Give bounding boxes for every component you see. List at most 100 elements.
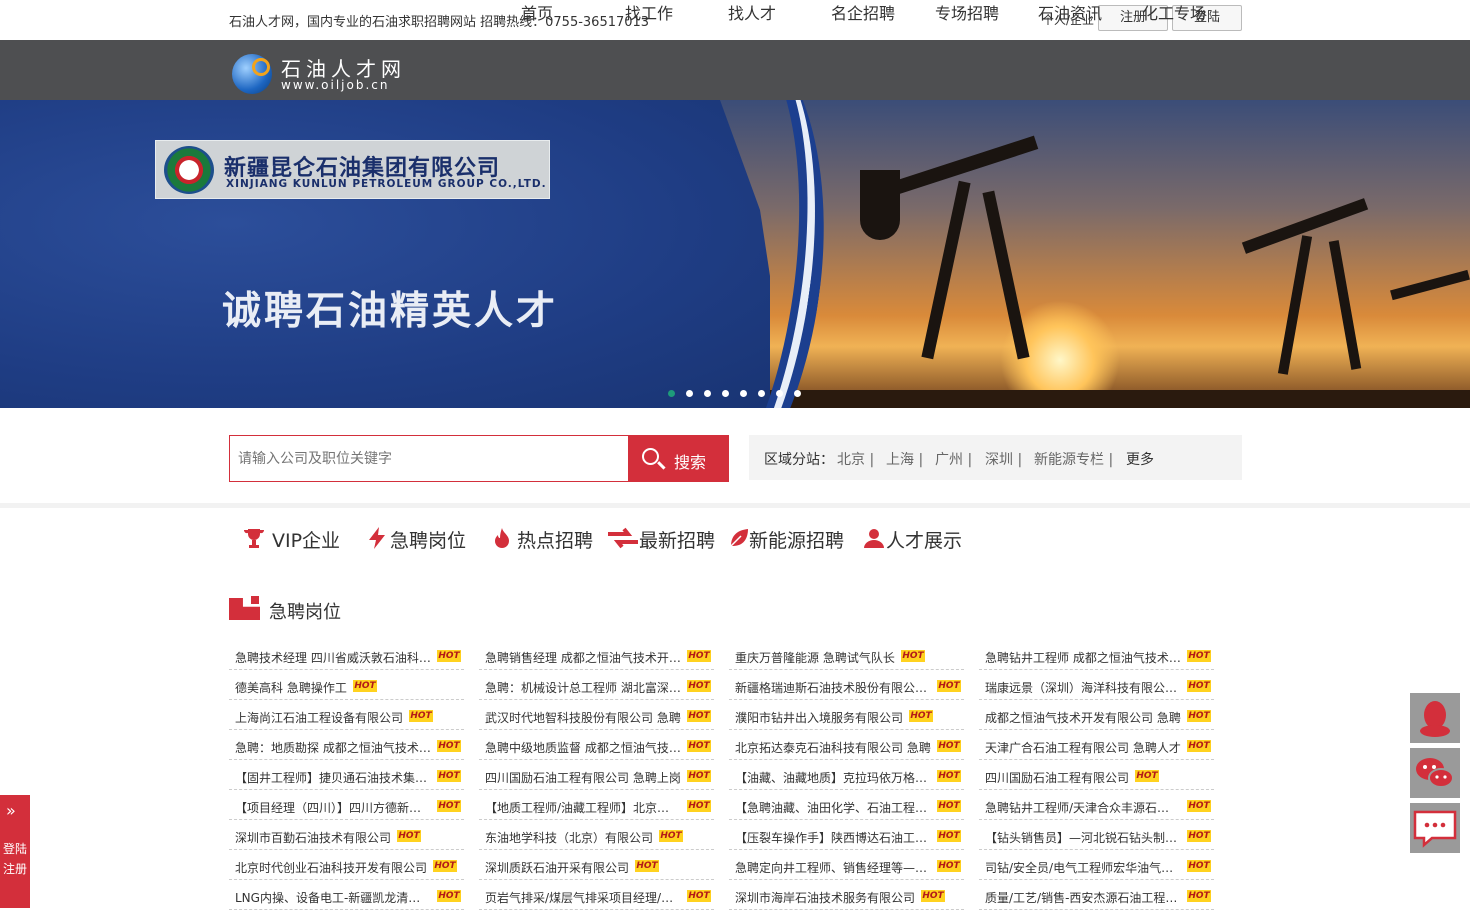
region-link-guangzhou[interactable]: 广州 | — [935, 449, 972, 469]
region-link-beijing[interactable]: 北京 | — [837, 449, 874, 469]
search-button[interactable]: 搜索 — [629, 435, 729, 482]
job-title-link[interactable]: 【油藏、油藏地质】克拉玛依万格迪能源 — [735, 769, 931, 786]
job-list-item[interactable]: 瑞康远景（深圳）海洋科技有限公司急聘 HOT — [979, 670, 1214, 700]
region-link-shenzhen[interactable]: 深圳 | — [985, 449, 1022, 469]
job-title-link[interactable]: 上海尚江石油工程设备有限公司 — [235, 709, 403, 726]
job-title-link[interactable]: 天津广合石油工程有限公司 急聘人才 — [985, 739, 1181, 756]
job-list-item[interactable]: LNG内操、设备电工-新疆凯龙清洁能源股份有限公司 HOT — [229, 880, 464, 910]
job-title-link[interactable]: 急聘钻井工程师 成都之恒油气技术开发有限公司 — [985, 649, 1181, 666]
job-list-item[interactable]: 深圳质跃石油开采有限公司 HOT — [479, 850, 714, 880]
search-input[interactable] — [238, 448, 618, 470]
job-list-item[interactable]: 【压裂车操作手】陕西博达石油工程有限公司 HOT — [729, 820, 964, 850]
carousel-dot[interactable] — [758, 390, 765, 397]
site-logo[interactable]: 石油人才网 www.oiljob.cn — [232, 52, 412, 96]
job-title-link[interactable]: 页岩气排采/煤层气排采项目经理/重庆公司 — [485, 889, 681, 906]
job-list-item[interactable]: 成都之恒油气技术开发有限公司 急聘 HOT — [979, 700, 1214, 730]
job-title-link[interactable]: 重庆万普隆能源 急聘试气队长 — [735, 649, 895, 666]
job-list-item[interactable]: 北京时代创业石油科技开发有限公司 HOT — [229, 850, 464, 880]
job-list-item[interactable]: 【急聘油藏、油田化学、石油工程等专业人才】 HOT — [729, 790, 964, 820]
job-list-item[interactable]: 司钻/安全员/电气工程师宏华油气工程 HOT — [979, 850, 1214, 880]
job-title-link[interactable]: 急聘技术经理 四川省威沃敦石油科技股份有限公司 — [235, 649, 431, 666]
job-title-link[interactable]: 急聘定向井工程师、销售经理等—奥瑞拓公司 — [735, 859, 931, 876]
job-list-item[interactable]: 【固井工程师】捷贝通石油技术集团股份有限公司 HOT — [229, 760, 464, 790]
job-list-item[interactable]: 武汉时代地智科技股份有限公司 急聘 HOT — [479, 700, 714, 730]
job-list-item[interactable]: 急聘钻井工程师/天津合众丰源石油技术 HOT — [979, 790, 1214, 820]
job-title-link[interactable]: 武汉时代地智科技股份有限公司 急聘 — [485, 709, 681, 726]
job-title-link[interactable]: 【钻头销售员】—河北锐石钻头制造有限公司 — [985, 829, 1181, 846]
carousel-dot[interactable] — [668, 390, 675, 397]
carousel-dot[interactable] — [740, 390, 747, 397]
job-title-link[interactable]: 急聘：地质勘探 成都之恒油气技术开发有限公司 — [235, 739, 431, 756]
job-title-link[interactable]: 急聘钻井工程师/天津合众丰源石油技术 — [985, 799, 1181, 816]
side-login-register[interactable]: » 登陆注册 — [0, 795, 30, 908]
carousel-dot[interactable] — [794, 390, 801, 397]
nav-item-famous-companies[interactable]: 名企招聘 — [831, 0, 931, 24]
job-title-link[interactable]: LNG内操、设备电工-新疆凯龙清洁能源股份有限公司 — [235, 889, 431, 906]
job-title-link[interactable]: 深圳市百勤石油技术有限公司 — [235, 829, 391, 846]
job-title-link[interactable]: 急聘中级地质监督 成都之恒油气技术开发有限公司 — [485, 739, 681, 756]
job-title-link[interactable]: 四川国励石油工程有限公司 — [985, 769, 1129, 786]
job-title-link[interactable]: 德美高科 急聘操作工 — [235, 679, 347, 696]
job-title-link[interactable]: 濮阳市钻井出入境服务有限公司 — [735, 709, 903, 726]
region-link-new-energy[interactable]: 新能源专栏 | — [1034, 449, 1113, 469]
carousel-dot[interactable] — [776, 390, 783, 397]
carousel-dot[interactable] — [704, 390, 711, 397]
job-list-item[interactable]: 上海尚江石油工程设备有限公司 HOT — [229, 700, 464, 730]
job-list-item[interactable]: 急聘中级地质监督 成都之恒油气技术开发有限公司 HOT — [479, 730, 714, 760]
region-more-link[interactable]: 更多 — [1126, 449, 1154, 469]
wechat-button[interactable] — [1410, 748, 1460, 798]
job-title-link[interactable]: 司钻/安全员/电气工程师宏华油气工程 — [985, 859, 1181, 876]
region-link-shanghai[interactable]: 上海 | — [886, 449, 923, 469]
nav-item-home[interactable]: 首页 — [521, 0, 621, 24]
nav-item-news[interactable]: 石油资讯 — [1038, 0, 1138, 24]
job-title-link[interactable]: 【项目经理（四川）】四川方德新能源有限公司 — [235, 799, 431, 816]
job-title-link[interactable]: 四川国励石油工程有限公司 急聘上岗 — [485, 769, 681, 786]
job-list-item[interactable]: 急聘：地质勘探 成都之恒油气技术开发有限公司 HOT — [229, 730, 464, 760]
job-title-link[interactable]: 成都之恒油气技术开发有限公司 急聘 — [985, 709, 1181, 726]
job-list-item[interactable]: 页岩气排采/煤层气排采项目经理/重庆公司 HOT — [479, 880, 714, 910]
job-title-link[interactable]: 急聘销售经理 成都之恒油气技术开发有限公司 — [485, 649, 681, 666]
job-list-item[interactable]: 东油地学科技（北京）有限公司 HOT — [479, 820, 714, 850]
nav-item-chemical[interactable]: 化工专场 — [1142, 0, 1242, 24]
qq-button[interactable] — [1410, 693, 1460, 743]
job-list-item[interactable]: 德美高科 急聘操作工 HOT — [229, 670, 464, 700]
job-list-item[interactable]: 【钻头销售员】—河北锐石钻头制造有限公司 HOT — [979, 820, 1214, 850]
nav-item-special-fair[interactable]: 专场招聘 — [935, 0, 1035, 24]
job-list-item[interactable]: 天津广合石油工程有限公司 急聘人才 HOT — [979, 730, 1214, 760]
job-list-item[interactable]: 【油藏、油藏地质】克拉玛依万格迪能源 HOT — [729, 760, 964, 790]
job-title-link[interactable]: 东油地学科技（北京）有限公司 — [485, 829, 653, 846]
job-list-item[interactable]: 急聘定向井工程师、销售经理等—奥瑞拓公司 HOT — [729, 850, 964, 880]
job-list-item[interactable]: 新疆格瑞迪斯石油技术股份有限公司急聘 HOT — [729, 670, 964, 700]
job-title-link[interactable]: 北京时代创业石油科技开发有限公司 — [235, 859, 427, 876]
job-list-item[interactable]: 急聘：机械设计总工程师 湖北富深石油装备有限公司 HOT — [479, 670, 714, 700]
job-title-link[interactable]: 急聘：机械设计总工程师 湖北富深石油装备有限公司 — [485, 679, 681, 696]
job-list-item[interactable]: 濮阳市钻井出入境服务有限公司 HOT — [729, 700, 964, 730]
job-list-item[interactable]: 重庆万普隆能源 急聘试气队长 HOT — [729, 640, 964, 670]
job-list-item[interactable]: 北京拓达泰克石油科技有限公司 急聘 HOT — [729, 730, 964, 760]
job-title-link[interactable]: 新疆格瑞迪斯石油技术股份有限公司急聘 — [735, 679, 931, 696]
job-title-link[interactable]: 深圳市海岸石油技术服务有限公司 — [735, 889, 915, 906]
job-title-link[interactable]: 北京拓达泰克石油科技有限公司 急聘 — [735, 739, 931, 756]
job-list-item[interactable]: 质量/工艺/销售-西安杰源石油工程有限公司 HOT — [979, 880, 1214, 910]
job-list-item[interactable]: 四川国励石油工程有限公司 HOT — [979, 760, 1214, 790]
job-title-link[interactable]: 【地质工程师/油藏工程师】北京石油科技有限公司 — [485, 799, 681, 816]
job-list-item[interactable]: 急聘销售经理 成都之恒油气技术开发有限公司 HOT — [479, 640, 714, 670]
job-title-link[interactable]: 【固井工程师】捷贝通石油技术集团股份有限公司 — [235, 769, 431, 786]
job-list-item[interactable]: 【项目经理（四川）】四川方德新能源有限公司 HOT — [229, 790, 464, 820]
nav-item-find-job[interactable]: 找工作 — [625, 0, 725, 24]
job-list-item[interactable]: 急聘钻井工程师 成都之恒油气技术开发有限公司 HOT — [979, 640, 1214, 670]
job-list-item[interactable]: 急聘技术经理 四川省威沃敦石油科技股份有限公司 HOT — [229, 640, 464, 670]
job-list-item[interactable]: 深圳市海岸石油技术服务有限公司 HOT — [729, 880, 964, 910]
job-title-link[interactable]: 【急聘油藏、油田化学、石油工程等专业人才】 — [735, 799, 931, 816]
job-list-item[interactable]: 【地质工程师/油藏工程师】北京石油科技有限公司 HOT — [479, 790, 714, 820]
job-title-link[interactable]: 【压裂车操作手】陕西博达石油工程有限公司 — [735, 829, 931, 846]
message-button[interactable] — [1410, 803, 1460, 853]
carousel-dot[interactable] — [722, 390, 729, 397]
job-list-item[interactable]: 深圳市百勤石油技术有限公司 HOT — [229, 820, 464, 850]
job-list-item[interactable]: 四川国励石油工程有限公司 急聘上岗 HOT — [479, 760, 714, 790]
nav-item-find-talent[interactable]: 找人才 — [728, 0, 828, 24]
job-title-link[interactable]: 深圳质跃石油开采有限公司 — [485, 859, 629, 876]
job-title-link[interactable]: 瑞康远景（深圳）海洋科技有限公司急聘 — [985, 679, 1181, 696]
carousel-dot[interactable] — [686, 390, 693, 397]
job-title-link[interactable]: 质量/工艺/销售-西安杰源石油工程有限公司 — [985, 889, 1181, 906]
